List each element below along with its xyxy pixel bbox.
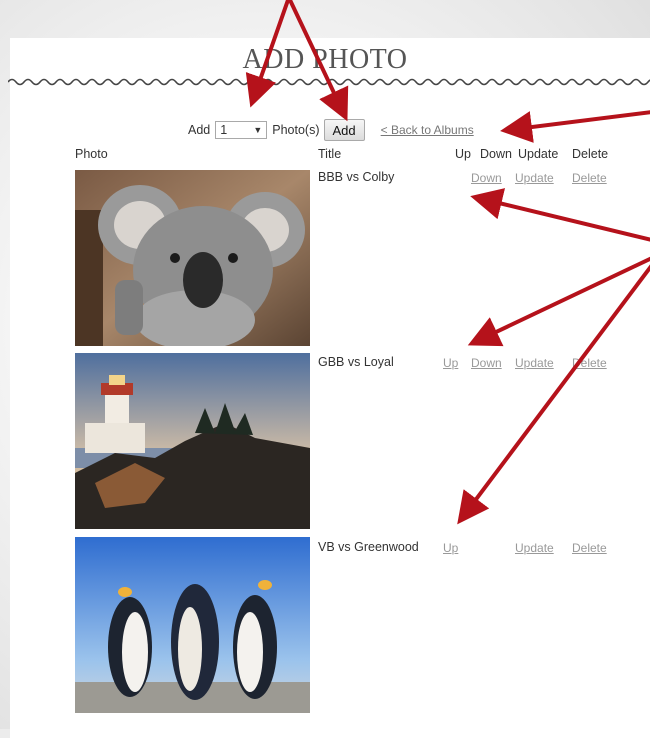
photo-koala [75,170,310,346]
page-title: ADD PHOTO [242,44,408,75]
photo-lighthouse [75,353,310,529]
wavy-divider [8,78,650,86]
row3-up-link[interactable]: Up [443,541,458,555]
row-title-1: BBB vs Colby [318,170,395,184]
row2-down-link[interactable]: Down [471,356,502,370]
row2-up-link[interactable]: Up [443,356,458,370]
row1-delete-link[interactable]: Delete [572,171,607,185]
row1-down-link[interactable]: Down [471,171,502,185]
header-down: Down [480,147,512,161]
add-button[interactable]: Add [323,119,365,141]
row1-update-link[interactable]: Update [515,171,554,185]
header-update: Update [518,147,559,161]
photo-count-select[interactable]: 1 ▼ [215,121,268,139]
row-title-2: GBB vs Loyal [318,355,394,369]
row2-update-link[interactable]: Update [515,356,554,370]
row2-delete-link[interactable]: Delete [572,356,607,370]
back-to-albums-link[interactable]: < Back to Albums [381,123,474,137]
add-photo-toolbar: Add 1 ▼ Photo(s) Add < Back to Albums [188,119,474,141]
row-title-3: VB vs Greenwood [318,540,419,554]
photo-penguins [75,537,310,713]
add-label: Add [188,123,211,137]
row3-delete-link[interactable]: Delete [572,541,607,555]
header-delete: Delete [572,147,609,161]
header-title: Title [318,147,342,161]
header-up: Up [455,147,471,161]
header-photo: Photo [75,147,108,161]
row3-update-link[interactable]: Update [515,541,554,555]
caret-down-icon: ▼ [253,125,263,135]
photos-label: Photo(s) [272,123,320,137]
photo-count-value: 1 [220,123,228,137]
